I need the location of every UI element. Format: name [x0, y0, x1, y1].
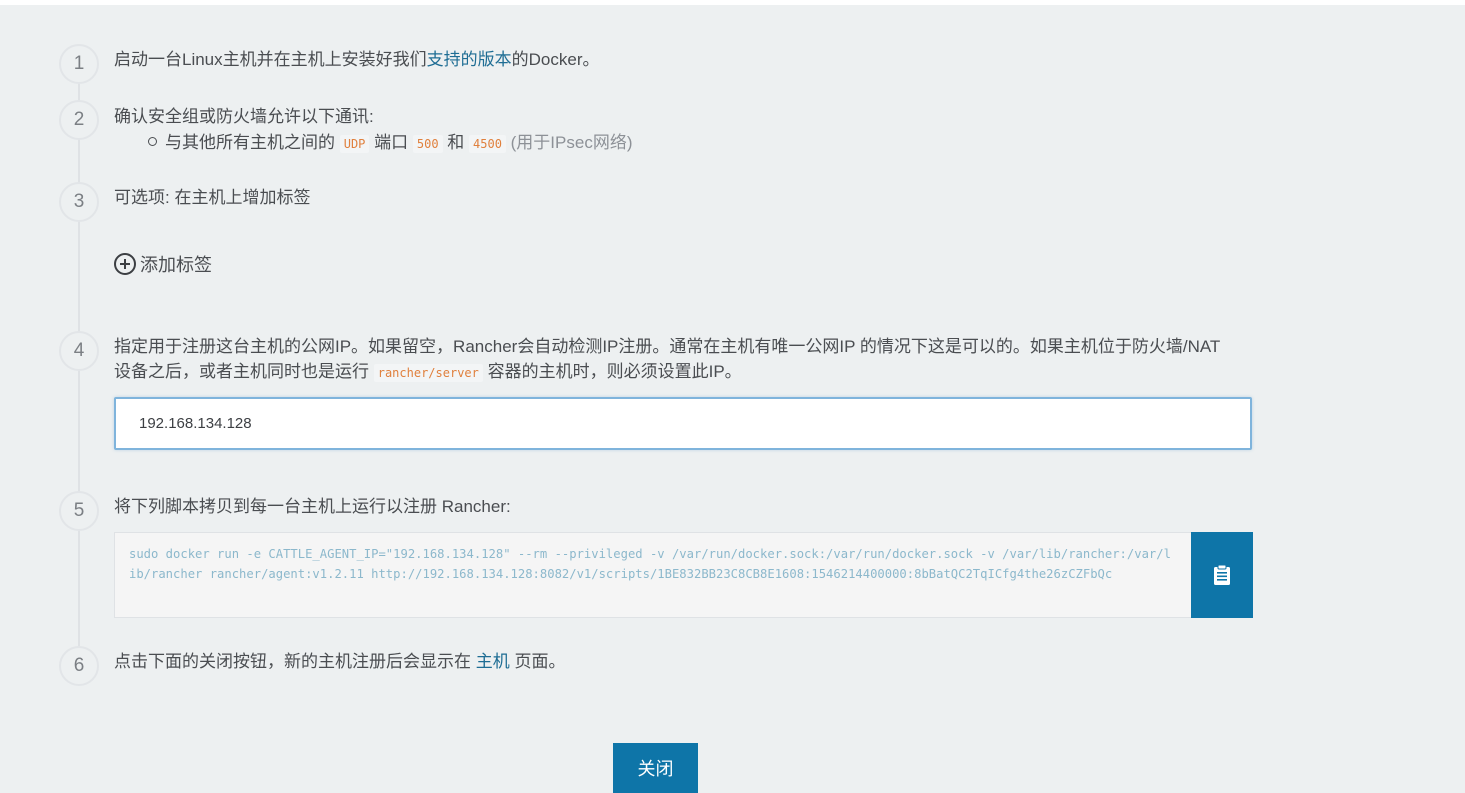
- protocol-code: UDP: [339, 135, 370, 153]
- top-border: [0, 0, 1465, 5]
- add-label-text: 添加标签: [140, 255, 212, 275]
- close-button[interactable]: 关闭: [613, 743, 698, 793]
- step-6-text: 点击下面的关闭按钮，新的主机注册后会显示在 主机 页面。: [114, 649, 565, 674]
- step-4-line-1: 指定用于注册这台主机的公网IP。如果留空，Rancher会自动检测IP注册。通常…: [114, 337, 1221, 356]
- copy-script-button[interactable]: [1191, 532, 1253, 618]
- supported-versions-link[interactable]: 支持的版本: [427, 50, 512, 69]
- port-4500-code: 4500: [469, 135, 506, 153]
- step-number-5: 5: [59, 491, 99, 531]
- step-4-line-2-suffix: 容器的主机时，则必须设置此IP。: [482, 362, 742, 381]
- step-5-text: 将下列脚本拷贝到每一台主机上运行以注册 Rancher:: [114, 497, 511, 516]
- step-number-3: 3: [59, 182, 99, 222]
- firewall-rule-item: 与其他所有主机之间的 UDP 端口 500 和 4500 (用于IPsec网络): [148, 130, 632, 157]
- step-6-suffix: 页面。: [509, 652, 566, 671]
- step-4-line-2-prefix: 设备之后，或者主机同时也是运行: [114, 362, 374, 381]
- step-number-6: 6: [59, 646, 99, 686]
- clipboard-icon: [1214, 564, 1230, 585]
- registration-script[interactable]: sudo docker run -e CATTLE_AGENT_IP="192.…: [114, 532, 1192, 618]
- public-ip-input[interactable]: [114, 397, 1252, 450]
- step-2-text: 确认安全组或防火墙允许以下通讯:: [114, 107, 374, 126]
- step-number-1: 1: [59, 44, 99, 84]
- step-6-prefix: 点击下面的关闭按钮，新的主机注册后会显示在: [114, 652, 476, 671]
- step-1-suffix: 的Docker。: [511, 50, 600, 69]
- step-4-line-2: 设备之后，或者主机同时也是运行 rancher/server 容器的主机时，则必…: [114, 359, 742, 386]
- rule-text-1: 与其他所有主机之间的: [165, 133, 340, 152]
- plus-circle-icon: [114, 253, 136, 275]
- port-500-code: 500: [412, 135, 443, 153]
- bullet-icon: [148, 137, 157, 147]
- rancher-server-code: rancher/server: [373, 364, 483, 382]
- hosts-link[interactable]: 主机: [476, 652, 510, 671]
- rule-text-3: 和: [442, 133, 470, 152]
- rule-text-2: 端口: [369, 133, 413, 152]
- step-number-4: 4: [59, 331, 99, 371]
- step-1-text: 启动一台Linux主机并在主机上安装好我们支持的版本的Docker。: [114, 47, 600, 72]
- ipsec-note: (用于IPsec网络): [505, 133, 633, 152]
- step-number-2: 2: [59, 100, 99, 140]
- step-3-text: 可选项: 在主机上增加标签: [114, 188, 311, 207]
- add-label-button[interactable]: 添加标签: [114, 251, 212, 277]
- step-1-prefix: 启动一台Linux主机并在主机上安装好我们: [114, 50, 427, 69]
